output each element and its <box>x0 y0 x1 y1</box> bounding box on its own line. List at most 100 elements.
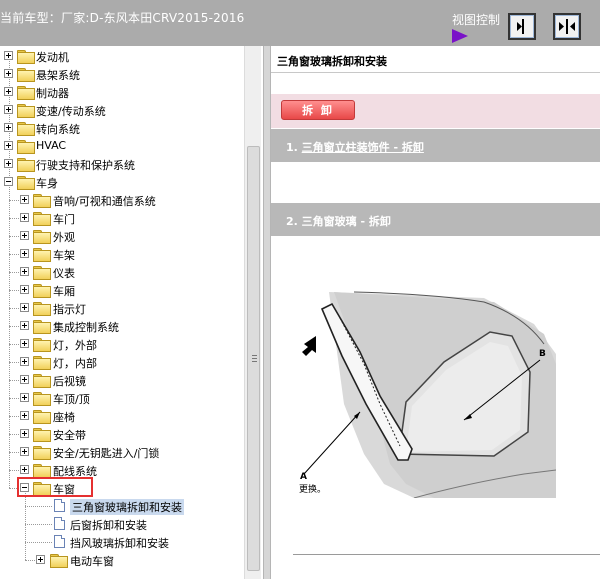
expand-plus-icon[interactable] <box>20 249 29 258</box>
folder-icon <box>17 68 35 82</box>
folder-icon <box>50 554 68 568</box>
tree-item[interactable]: 后视镜 <box>0 371 243 389</box>
split-center-icon <box>559 19 575 34</box>
folder-icon <box>17 122 35 136</box>
tree-item[interactable]: 车厢 <box>0 281 243 299</box>
expand-plus-icon[interactable] <box>20 393 29 402</box>
tree-item-label: 后视镜 <box>53 375 86 388</box>
expand-plus-icon[interactable] <box>20 411 29 420</box>
tree-item[interactable]: 车门 <box>0 209 243 227</box>
tree-item[interactable]: 三角窗玻璃拆卸和安装 <box>0 497 243 515</box>
tree-item[interactable]: HVAC <box>0 137 243 155</box>
tree-item[interactable]: 车顶/顶 <box>0 389 243 407</box>
folder-icon <box>33 410 51 424</box>
expand-right-icon <box>517 19 524 34</box>
tree-item-label: 制动器 <box>36 87 69 100</box>
tree-item-label: 三角窗玻璃拆卸和安装 <box>70 499 184 515</box>
folder-icon <box>17 176 35 190</box>
tree-scrollbar[interactable] <box>244 46 261 579</box>
step-1-text: 1. 三角窗立柱装饰件 - 拆卸 <box>286 139 424 155</box>
quarter-glass-illustration: A 更换。 B <box>294 284 557 499</box>
expand-plus-icon[interactable] <box>4 69 13 78</box>
tree-item[interactable]: 灯，外部 <box>0 335 243 353</box>
folder-icon <box>33 266 51 280</box>
tree-item[interactable]: 车身 <box>0 173 243 191</box>
tree-item[interactable]: 制动器 <box>0 83 243 101</box>
expand-plus-icon[interactable] <box>20 321 29 330</box>
expand-plus-icon[interactable] <box>4 141 13 150</box>
expand-plus-icon[interactable] <box>20 195 29 204</box>
expand-plus-icon[interactable] <box>36 555 45 564</box>
tree-item[interactable]: 座椅 <box>0 407 243 425</box>
expand-plus-icon[interactable] <box>20 447 29 456</box>
tree-item-label: 座椅 <box>53 411 75 424</box>
tree-item-label: 行驶支持和保护系统 <box>36 159 135 172</box>
expand-plus-icon[interactable] <box>20 429 29 438</box>
expand-plus-icon[interactable] <box>20 465 29 474</box>
panel-splitter[interactable] <box>263 46 271 579</box>
document-icon <box>54 499 65 512</box>
tree-item-label: 电动车窗 <box>70 555 114 568</box>
split-center-button[interactable] <box>553 13 581 40</box>
folder-icon <box>33 428 51 442</box>
tree-item[interactable]: 仪表 <box>0 263 243 281</box>
tree-item[interactable]: 集成控制系统 <box>0 317 243 335</box>
expand-plus-icon[interactable] <box>4 87 13 96</box>
folder-icon <box>33 302 51 316</box>
tree-item-label: 指示灯 <box>53 303 86 316</box>
folder-icon <box>33 230 51 244</box>
expand-right-button[interactable] <box>508 13 536 40</box>
folder-icon <box>17 86 35 100</box>
tree-item[interactable]: 后窗拆卸和安装 <box>0 515 243 533</box>
folder-icon <box>33 320 51 334</box>
tree-item-label: 车架 <box>53 249 75 262</box>
folder-icon <box>33 356 51 370</box>
highlight-box <box>17 477 93 497</box>
expand-plus-icon[interactable] <box>20 285 29 294</box>
tree-item[interactable]: 音响/可视和通信系统 <box>0 191 243 209</box>
tree-item[interactable]: 挡风玻璃拆卸和安装 <box>0 533 243 551</box>
expand-plus-icon[interactable] <box>20 267 29 276</box>
tree-item-label: 后窗拆卸和安装 <box>70 519 147 532</box>
expand-plus-icon[interactable] <box>20 231 29 240</box>
title-divider <box>271 72 600 73</box>
step-1-link[interactable]: 三角窗立柱装饰件 - 拆卸 <box>302 141 424 154</box>
tree-item-label: 转向系统 <box>36 123 80 136</box>
tree-item-label: 挡风玻璃拆卸和安装 <box>70 537 169 550</box>
tree-item[interactable]: 指示灯 <box>0 299 243 317</box>
tree-item[interactable]: 电动车窗 <box>0 551 243 569</box>
tree-item[interactable]: 安全带 <box>0 425 243 443</box>
step-1-bar: 1. 三角窗立柱装饰件 - 拆卸 <box>271 129 600 162</box>
expand-plus-icon[interactable] <box>4 105 13 114</box>
tree-item[interactable]: 行驶支持和保护系统 <box>0 155 243 173</box>
remove-button[interactable]: 拆 卸 <box>281 100 355 120</box>
step-2-bar: 2. 三角窗玻璃 - 拆卸 <box>271 203 600 236</box>
expand-plus-icon[interactable] <box>20 375 29 384</box>
tree-item[interactable]: 灯，内部 <box>0 353 243 371</box>
tree-item[interactable]: 发动机 <box>0 47 243 65</box>
expand-plus-icon[interactable] <box>20 339 29 348</box>
view-control-arrow-icon[interactable] <box>452 29 468 43</box>
tree-item-label: 车身 <box>36 177 58 190</box>
tree-item[interactable]: 转向系统 <box>0 119 243 137</box>
tree-item-label: 安全带 <box>53 429 86 442</box>
expand-plus-icon[interactable] <box>20 357 29 366</box>
expand-plus-icon[interactable] <box>20 213 29 222</box>
tree-item[interactable]: 外观 <box>0 227 243 245</box>
tree-item-label: 变速/传动系统 <box>36 105 106 118</box>
expand-plus-icon[interactable] <box>4 51 13 60</box>
tree-item-label: 灯，外部 <box>53 339 97 352</box>
tree-item[interactable]: 安全/无钥匙进入/门锁 <box>0 443 243 461</box>
folder-icon <box>33 194 51 208</box>
tree-item[interactable]: 变速/传动系统 <box>0 101 243 119</box>
tree-item-label: 音响/可视和通信系统 <box>53 195 156 208</box>
scrollbar-thumb[interactable] <box>247 146 260 571</box>
expand-plus-icon[interactable] <box>4 159 13 168</box>
expand-plus-icon[interactable] <box>4 123 13 132</box>
tree-item[interactable]: 车架 <box>0 245 243 263</box>
folder-icon <box>17 50 35 64</box>
tree-item[interactable]: 悬架系统 <box>0 65 243 83</box>
collapse-minus-icon[interactable] <box>4 177 13 186</box>
callout-a-note: 更换。 <box>299 485 327 495</box>
expand-plus-icon[interactable] <box>20 303 29 312</box>
